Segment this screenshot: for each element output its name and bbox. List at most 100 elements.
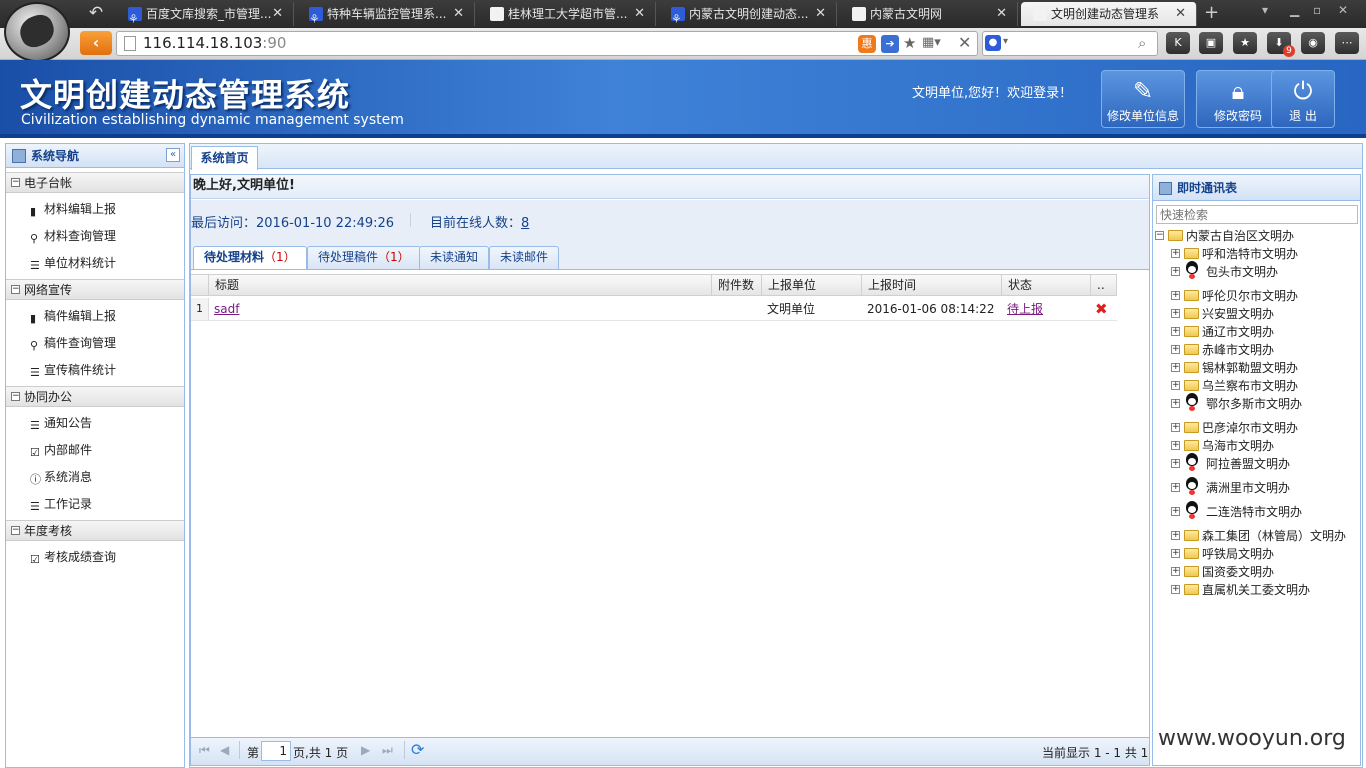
sidebar-item-material-edit[interactable]: ▮ 材料编辑上报 [30, 199, 116, 219]
online-count-link[interactable]: 8 [521, 216, 529, 231]
browser-tab[interactable]: 内蒙古文明网 ✕ [840, 2, 1018, 26]
logout-button[interactable]: ⏻ 退 出 [1271, 70, 1335, 128]
browser-logo[interactable] [4, 2, 70, 62]
tab-unread-mail[interactable]: 未读邮件 [489, 246, 560, 269]
expand-icon[interactable]: + [1171, 441, 1180, 450]
nav-group-publicity[interactable]: − 网络宣传 [6, 279, 184, 300]
tab-close-icon[interactable]: ✕ [453, 2, 464, 26]
sidebar-header: 系统导航 [6, 144, 184, 168]
page-number-input[interactable]: 1 [261, 741, 291, 761]
maximize-icon[interactable]: ▫ [1313, 3, 1321, 17]
next-page-icon[interactable]: ▶ [361, 743, 370, 757]
menu-icon[interactable]: ⋯ [1335, 32, 1359, 54]
search-input[interactable] [982, 31, 1158, 56]
expand-icon[interactable]: + [1171, 363, 1180, 372]
tab-close-icon[interactable]: ✕ [996, 2, 1007, 26]
expand-icon[interactable]: + [1171, 585, 1180, 594]
browser-tab[interactable]: 百度文库搜索_市管理... ✕ [116, 2, 294, 26]
sidebar-item-internal-mail[interactable]: ☑ 内部邮件 [30, 440, 92, 460]
tab-close-icon[interactable]: ✕ [815, 2, 826, 26]
last-page-icon[interactable]: ⏭ [382, 743, 393, 758]
edit-unit-info-button[interactable]: ✎ 修改单位信息 [1101, 70, 1185, 128]
expand-icon[interactable]: + [1171, 507, 1180, 516]
search-icon: ⚲ [30, 232, 39, 245]
nav-group-ledger[interactable]: − 电子台帐 [6, 172, 184, 193]
browser-undo-close-icon[interactable]: ↶ [82, 2, 110, 24]
column-header-unit[interactable]: 上报单位 [761, 274, 861, 296]
refresh-icon[interactable]: ⟳ [411, 740, 424, 759]
sidebar-item-work-log[interactable]: ☰ 工作记录 [30, 494, 92, 514]
prev-page-icon[interactable]: ◀ [220, 743, 229, 757]
sidebar-item-article-query[interactable]: ⚲ 稿件查询管理 [30, 333, 116, 353]
collapse-sidebar-button[interactable]: « [166, 148, 180, 162]
gamepad-icon[interactable]: ◉ [1301, 32, 1325, 54]
expand-icon[interactable]: + [1171, 309, 1180, 318]
nav-group-assessment[interactable]: − 年度考核 [6, 520, 184, 541]
expand-icon[interactable]: + [1171, 549, 1180, 558]
column-header-time[interactable]: 上报时间 [861, 274, 1001, 296]
column-header-attachments[interactable]: 附件数 [711, 274, 761, 296]
change-password-button[interactable]: 🔒︎ 修改密码 [1196, 70, 1280, 128]
expand-icon[interactable]: + [1171, 531, 1180, 540]
system-title: 文明创建动态管理系统 [20, 76, 351, 114]
expand-icon[interactable]: + [1171, 483, 1180, 492]
column-header-more[interactable]: .. [1090, 274, 1117, 296]
star-icon[interactable]: ★ [903, 34, 916, 52]
expand-icon[interactable]: + [1171, 249, 1180, 258]
sidebar-item-notice[interactable]: ☰ 通知公告 [30, 413, 92, 433]
row-title-link[interactable]: sadf [208, 298, 239, 320]
tab-close-icon[interactable]: ✕ [1175, 2, 1186, 26]
browser-tab[interactable]: 内蒙古文明创建动态... ✕ [659, 2, 837, 26]
sidebar-item-system-message[interactable]: ⓘ 系统消息 [30, 467, 92, 487]
column-header-status[interactable]: 状态 [1001, 274, 1090, 296]
tab-close-icon[interactable]: ✕ [634, 2, 645, 26]
expand-icon[interactable]: + [1171, 345, 1180, 354]
minimize-icon[interactable]: ▁ [1290, 3, 1299, 17]
favorites-icon[interactable]: ★ [1233, 32, 1257, 54]
shirt-icon[interactable]: ▾ [1262, 3, 1268, 17]
tab-unread-notices[interactable]: 未读通知 [419, 246, 490, 269]
new-tab-button[interactable]: + [1204, 2, 1219, 24]
stop-icon[interactable]: ✕ [958, 33, 971, 52]
contacts-header: 即时通讯表 [1153, 175, 1360, 201]
row-status-link[interactable]: 待上报 [1001, 298, 1043, 320]
url-text[interactable]: 116.114.18.103:90 [143, 34, 286, 52]
column-header-title[interactable]: 标题 [208, 274, 711, 296]
tab-pending-articles[interactable]: 待处理稿件（1） [307, 246, 421, 269]
sidebar-item-material-query[interactable]: ⚲ 材料查询管理 [30, 226, 116, 246]
chevron-down-icon[interactable]: ▾ [1003, 36, 1008, 47]
browser-tab[interactable]: 桂林理工大学超市管... ✕ [478, 2, 656, 26]
expand-icon[interactable]: + [1171, 567, 1180, 576]
document-edit-icon: ✎ [1132, 77, 1154, 105]
tab-close-icon[interactable]: ✕ [272, 2, 283, 26]
browser-tab[interactable]: 特种车辆监控管理系... ✕ [297, 2, 475, 26]
search-icon[interactable]: ⌕ [1138, 34, 1146, 52]
collapse-icon[interactable]: − [1155, 231, 1164, 240]
qr-icon[interactable]: ▦▾ [922, 35, 941, 50]
nav-group-office[interactable]: − 协同办公 [6, 386, 184, 407]
tab-pending-materials[interactable]: 待处理材料（1） [193, 246, 307, 270]
lock-icon[interactable]: ▣ [1199, 32, 1223, 54]
sidebar-item-score-query[interactable]: ☑ 考核成绩查询 [30, 547, 116, 567]
expand-icon[interactable]: + [1171, 291, 1180, 300]
expand-icon[interactable]: + [1171, 459, 1180, 468]
expand-icon[interactable]: + [1171, 423, 1180, 432]
sidebar-item-article-stats[interactable]: ☰ 宣传稿件统计 [30, 360, 116, 380]
first-page-icon[interactable]: ⏮ [199, 743, 210, 758]
browser-tab-active[interactable]: 文明创建动态管理系 ✕ [1021, 2, 1197, 26]
back-button[interactable]: ‹ [80, 31, 112, 55]
sidebar-item-material-stats[interactable]: ☰ 单位材料统计 [30, 253, 116, 273]
tab-home[interactable]: 系统首页 [191, 146, 258, 170]
window-close-icon[interactable]: ✕ [1338, 3, 1348, 17]
quick-search-input[interactable] [1156, 205, 1358, 224]
delete-icon[interactable]: ✖ [1095, 300, 1108, 318]
expand-icon[interactable]: + [1171, 327, 1180, 336]
forward-arrow-icon[interactable]: ➔ [881, 35, 899, 53]
expand-icon[interactable]: + [1171, 399, 1180, 408]
reader-icon[interactable]: 惠 [858, 35, 876, 53]
baidu-paw-icon[interactable]: ● [985, 35, 1001, 51]
sidebar-item-article-edit[interactable]: ▮ 稿件编辑上报 [30, 306, 116, 326]
expand-icon[interactable]: + [1171, 381, 1180, 390]
expand-icon[interactable]: + [1171, 267, 1180, 276]
k-icon[interactable]: K [1166, 32, 1190, 54]
